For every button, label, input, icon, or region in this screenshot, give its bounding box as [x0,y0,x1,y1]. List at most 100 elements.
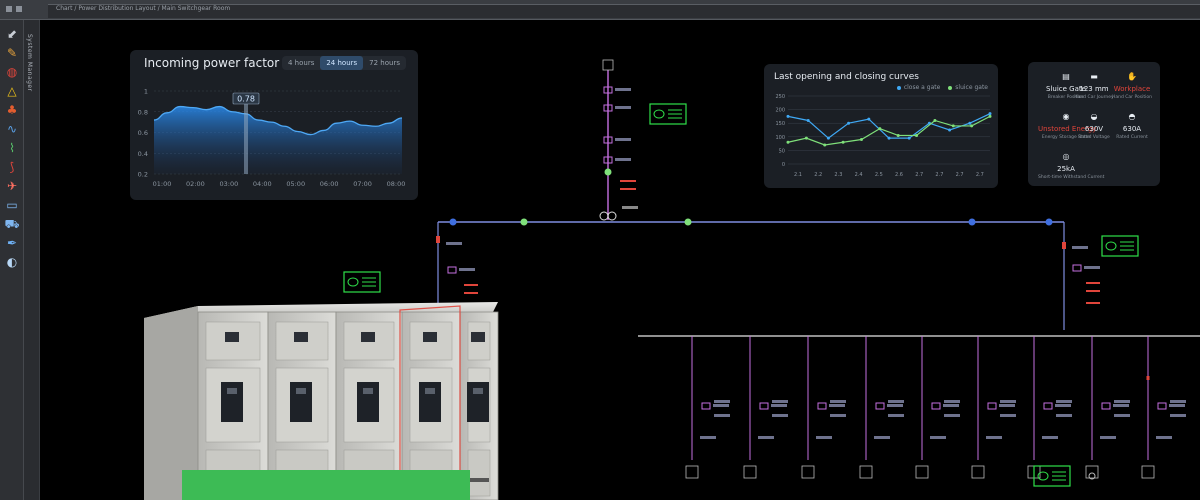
breaker-symbol[interactable] [1157,402,1167,410]
status-value: 25kA [1057,165,1075,173]
device-tag [944,414,960,417]
device-tag [829,404,845,407]
outgoing-terminal[interactable] [743,465,757,479]
breaker-symbol[interactable] [701,402,711,410]
breaker-symbol[interactable] [1072,264,1082,272]
breaker-symbol[interactable] [1101,402,1111,410]
hook-icon[interactable]: ⟆ [3,159,21,175]
transformer-icon[interactable] [607,211,617,221]
side-tab-panel: System Manager [24,20,40,500]
time-cursor[interactable] [244,95,248,174]
alarm-tag [620,180,636,182]
data-point [887,136,891,140]
shapes-icon[interactable]: ◍ [3,64,21,80]
outgoing-terminal[interactable] [859,465,873,479]
battery-icon[interactable]: ▭ [3,197,21,213]
breaker-symbol[interactable] [447,266,457,274]
device-tag [874,436,890,439]
device-tag [1113,404,1129,407]
device-tag [700,436,716,439]
y-tick-label: 0.8 [138,108,148,116]
tree-icon[interactable]: ♣ [3,102,21,118]
device-tag [888,400,904,403]
device-tag [446,242,462,245]
data-point [988,114,992,118]
y-tick-label: 50 [779,148,785,154]
device-tag [1170,400,1186,403]
breaker-symbol[interactable] [1043,402,1053,410]
wave-icon[interactable]: ∿ [3,121,21,137]
bus-node[interactable] [449,218,457,226]
data-point [806,118,810,122]
breaker-symbol[interactable] [817,402,827,410]
car-icon[interactable]: ⛟ [3,216,21,232]
breaker-symbol[interactable] [931,402,941,410]
plane-icon[interactable]: ✈ [3,178,21,194]
y-tick-label: 250 [775,94,785,100]
x-tick-label: 04:00 [253,180,272,188]
device-tag [459,268,475,271]
breaker-symbol[interactable] [759,402,769,410]
x-tick-label: 01:00 [153,180,172,188]
status-green-bar [182,470,470,500]
x-tick-label: 2.5 [875,172,883,178]
monitor-device[interactable] [343,271,381,293]
data-point [823,143,827,147]
bus-node[interactable] [520,218,528,226]
x-tick-label: 2.7 [976,172,984,178]
menu-icon[interactable] [6,6,12,12]
device-tag [943,404,959,407]
pen-icon[interactable]: ✒ [3,235,21,251]
y-tick-label: 150 [775,121,785,127]
curves-chart: 0 50 100 150 200 250 2.1 2.2 2.3 2.4 2.5 2.6 2.7 2.7 2… [775,94,992,178]
monitor-device[interactable] [1101,235,1139,257]
data-point [786,114,790,118]
monitor-device[interactable] [1033,465,1071,487]
triangle-icon[interactable]: △ [3,83,21,99]
device-tag [1055,404,1071,407]
outgoing-terminal[interactable] [801,465,815,479]
monitor-device[interactable] [649,103,687,125]
y-tick-label: 0.6 [138,129,148,137]
sim-icon[interactable]: ◐ [3,254,21,270]
brush-icon[interactable]: ✎ [3,45,21,61]
device-tag [999,404,1015,407]
device-tag [714,414,730,417]
breaker-symbol[interactable] [875,402,885,410]
power-factor-area [154,106,402,174]
outgoing-terminal[interactable] [915,465,929,479]
pulse-icon[interactable]: ⌇ [3,140,21,156]
device-tag [1084,266,1100,269]
transformer-icon[interactable] [599,211,609,221]
status-node[interactable] [604,168,612,176]
x-tick-label: 03:00 [219,180,238,188]
breaker-symbol[interactable] [987,402,997,410]
system-manager-tab[interactable]: System Manager [26,34,33,92]
outgoing-terminal[interactable] [1141,465,1155,479]
device-tag [772,414,788,417]
bus-node[interactable] [684,218,692,226]
x-tick-label: 06:00 [320,180,339,188]
device-tag [714,400,730,403]
x-tick-label: 2.2 [814,172,822,178]
device-tag [758,436,774,439]
bus-node[interactable] [968,218,976,226]
data-point [948,128,952,132]
outgoing-terminal[interactable] [1085,465,1099,479]
data-point [933,118,937,122]
x-tick-label: 2.1 [794,172,802,178]
data-point [968,121,972,125]
selector-icon[interactable]: ⬋ [3,26,21,42]
diagram-canvas[interactable]: Incoming power factor 4 hours 24 hours 72 … [40,20,1200,500]
tools-icon[interactable] [16,6,22,12]
alarm-tag [1086,290,1100,292]
y-tick-label: 100 [775,135,785,141]
incoming-terminal[interactable] [602,59,614,71]
outgoing-terminal[interactable] [685,465,699,479]
bus-node[interactable] [1045,218,1053,226]
device-tag [830,400,846,403]
device-tag [1000,400,1016,403]
x-tick-label: 08:00 [387,180,406,188]
outgoing-terminal[interactable] [971,465,985,479]
power-factor-chart: 0.2 0.4 0.6 0.8 1 01:00 02:00 03:00 04:00 05:00 06… [138,88,406,189]
